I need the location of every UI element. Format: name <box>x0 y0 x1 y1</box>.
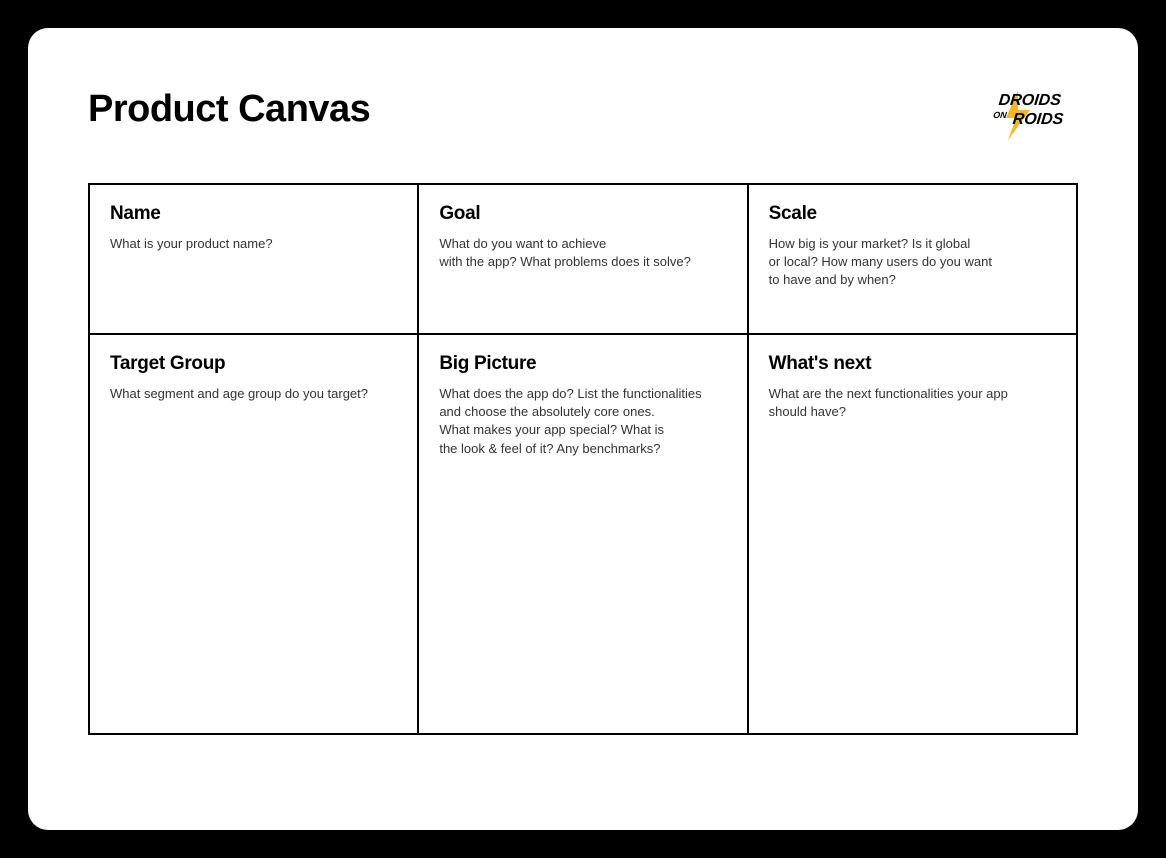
cell-desc: How big is your market? Is it global or … <box>769 235 1056 290</box>
product-canvas-page: Product Canvas DROIDS ON ROIDS Name What… <box>28 28 1138 830</box>
svg-text:ROIDS: ROIDS <box>1012 110 1065 128</box>
cell-title: Big Picture <box>439 353 726 375</box>
cell-title: What's next <box>769 353 1056 375</box>
cell-big-picture: Big Picture What does the app do? List t… <box>418 334 747 734</box>
header: Product Canvas DROIDS ON ROIDS <box>88 88 1078 143</box>
cell-desc: What does the app do? List the functiona… <box>439 385 726 458</box>
cell-target-group: Target Group What segment and age group … <box>89 334 418 734</box>
cell-desc: What do you want to achieve with the app… <box>439 235 726 271</box>
cell-desc: What segment and age group do you target… <box>110 385 397 403</box>
canvas-grid: Name What is your product name? Goal Wha… <box>88 183 1078 735</box>
cell-title: Scale <box>769 203 1056 225</box>
cell-title: Goal <box>439 203 726 225</box>
cell-goal: Goal What do you want to achieve with th… <box>418 184 747 334</box>
cell-desc: What is your product name? <box>110 235 397 253</box>
cell-title: Target Group <box>110 353 397 375</box>
cell-whats-next: What's next What are the next functional… <box>748 334 1077 734</box>
svg-text:ON: ON <box>993 110 1008 120</box>
cell-scale: Scale How big is your market? Is it glob… <box>748 184 1077 334</box>
cell-desc: What are the next functionalities your a… <box>769 385 1056 421</box>
cell-name: Name What is your product name? <box>89 184 418 334</box>
svg-text:DROIDS: DROIDS <box>998 91 1062 109</box>
droids-on-roids-logo: DROIDS ON ROIDS <box>978 88 1078 143</box>
page-title: Product Canvas <box>88 88 370 131</box>
cell-title: Name <box>110 203 397 225</box>
